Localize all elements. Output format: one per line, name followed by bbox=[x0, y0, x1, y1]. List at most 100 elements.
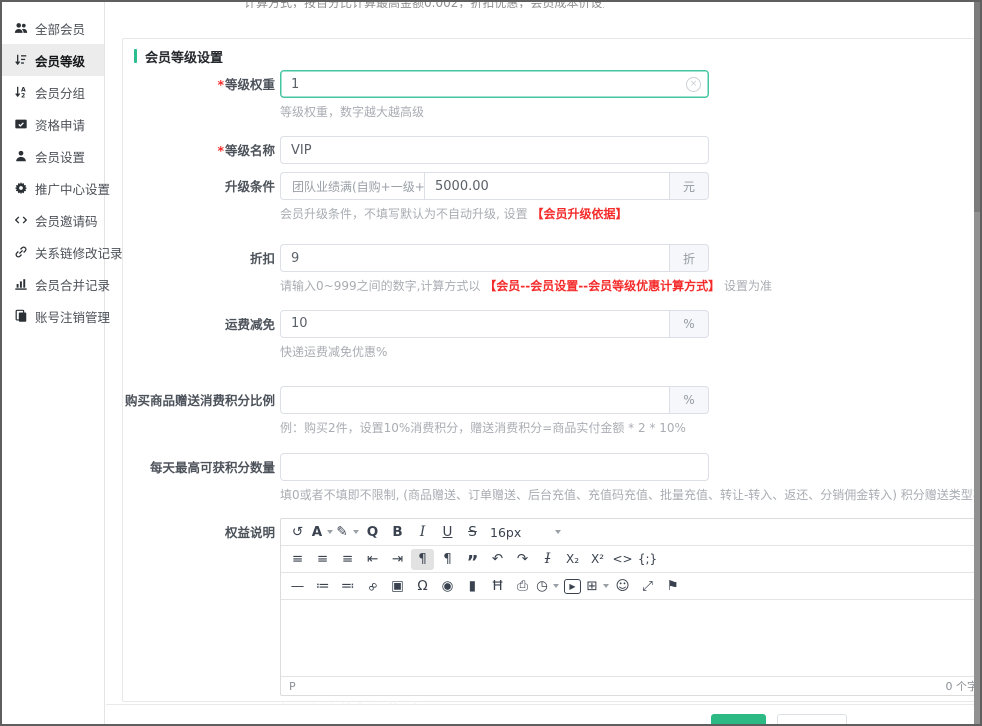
upgrade-condition-select[interactable]: 团队业绩满(自购+一级+二级) bbox=[280, 172, 425, 200]
sidebar-item-invite-code[interactable]: 会员邀请码 bbox=[2, 204, 104, 236]
paragraph-ltr-icon[interactable]: ¶ bbox=[411, 549, 434, 570]
format-painter-icon[interactable]: ⚑ bbox=[661, 576, 684, 597]
history-icon[interactable]: ↺ bbox=[286, 522, 309, 543]
discount-label: 折扣 bbox=[123, 244, 275, 267]
sidebar-item-label: 会员分组 bbox=[35, 83, 85, 102]
inline-code-icon[interactable]: <> bbox=[611, 549, 634, 570]
sort-alpha-icon: A2 bbox=[14, 85, 28, 99]
sidebar-item-account-cancellation[interactable]: 账号注销管理 bbox=[2, 300, 104, 332]
level-name-input[interactable] bbox=[280, 136, 709, 164]
sidebar-item-label: 资格申请 bbox=[35, 115, 85, 134]
level-name-row: *等级名称 bbox=[123, 136, 982, 164]
discount-row: 折扣 折 请输入0~999之间的数字,计算方式以 【会员--会员设置--会员等级… bbox=[123, 244, 982, 294]
align-left-icon[interactable]: ≡ bbox=[286, 549, 309, 570]
indent-icon[interactable]: ⇥ bbox=[386, 549, 409, 570]
submit-button[interactable]: 提交 bbox=[711, 714, 766, 726]
underline-icon[interactable]: U bbox=[436, 522, 459, 543]
points-ratio-helper: 例：购买2件，设置10%消费积分，赠送消费积分=商品实付金额 * 2 * 10% bbox=[280, 420, 982, 436]
sidebar-item-promotion-settings[interactable]: 推广中心设置 bbox=[2, 172, 104, 204]
discount-input[interactable] bbox=[280, 244, 670, 272]
blockquote-icon[interactable]: ” bbox=[461, 546, 484, 573]
code-block-icon[interactable]: {;} bbox=[636, 549, 659, 570]
table-icon[interactable]: ⊞ bbox=[586, 576, 609, 597]
upgrade-amount-input[interactable] bbox=[425, 172, 670, 200]
freight-reduction-input[interactable] bbox=[280, 310, 670, 338]
editor-content-area[interactable] bbox=[281, 600, 982, 676]
unit-yuan-suffix: 元 bbox=[670, 172, 709, 200]
discount-calc-link[interactable]: 【会员--会员设置--会员等级优惠计算方式】 bbox=[484, 279, 720, 293]
align-right-icon[interactable]: ≡ bbox=[336, 549, 359, 570]
media-icon[interactable]: ◉ bbox=[436, 576, 459, 597]
chevron-down-icon bbox=[553, 584, 559, 588]
sidebar-item-merge-records[interactable]: 会员合并记录 bbox=[2, 268, 104, 300]
back-to-list-button[interactable]: 返回列表 bbox=[777, 714, 847, 726]
strikethrough-icon[interactable]: S bbox=[461, 522, 484, 543]
level-weight-input[interactable] bbox=[280, 70, 709, 98]
daily-points-helper: 填0或者不填即不限制, (商品赠送、订单赠送、后台充值、充值码充值、批量充值、转… bbox=[280, 487, 982, 503]
scrollbar[interactable] bbox=[974, 2, 980, 724]
sidebar-item-label: 推广中心设置 bbox=[35, 179, 110, 198]
link-icon[interactable]: ∞ bbox=[357, 573, 388, 600]
code-icon bbox=[14, 213, 28, 227]
points-ratio-row: 购买商品赠送消费积分比例 % 例：购买2件，设置10%消费积分，赠送消费积分=商… bbox=[123, 386, 982, 436]
upgrade-condition-label: 升级条件 bbox=[123, 172, 275, 195]
level-name-label: *等级名称 bbox=[123, 136, 275, 159]
font-color-icon[interactable]: A bbox=[311, 522, 334, 543]
outdent-icon[interactable]: ⇤ bbox=[361, 549, 384, 570]
daily-points-input[interactable] bbox=[280, 453, 709, 481]
sidebar-item-qualification[interactable]: 资格申请 bbox=[2, 108, 104, 140]
bookmark-icon[interactable]: ▮ bbox=[461, 576, 484, 597]
daily-points-label: 每天最高可获积分数量 bbox=[123, 453, 275, 476]
sidebar-item-member-groups[interactable]: A2 会员分组 bbox=[2, 76, 104, 108]
sidebar-item-label: 会员设置 bbox=[35, 147, 85, 166]
members-group-icon bbox=[14, 21, 28, 35]
sidebar-item-relation-records[interactable]: 关系链修改记录 bbox=[2, 236, 104, 268]
editor-toolbar-row-1: ↺A✎QBIUS16px bbox=[281, 519, 982, 546]
italic-icon[interactable]: I bbox=[411, 522, 434, 543]
unit-percent-suffix: % bbox=[670, 310, 709, 338]
fullscreen-icon[interactable]: ⤢ bbox=[636, 576, 659, 597]
bar-chart-icon bbox=[14, 277, 28, 291]
points-ratio-input[interactable] bbox=[280, 386, 670, 414]
sidebar-item-member-settings[interactable]: 会员设置 bbox=[2, 140, 104, 172]
sidebar-item-label: 关系链修改记录 bbox=[35, 243, 123, 262]
upgrade-basis-link[interactable]: 【会员升级依据】 bbox=[531, 207, 627, 221]
special-character-icon[interactable]: Ω bbox=[411, 576, 434, 597]
highlight-pen-icon[interactable]: ✎ bbox=[336, 522, 359, 543]
numbered-list-icon[interactable]: ≕ bbox=[336, 576, 359, 597]
unit-percent-suffix: % bbox=[670, 386, 709, 414]
upgrade-condition-row: 升级条件 团队业绩满(自购+一级+二级) 元 会员升级条件，不填写默认为不自动升… bbox=[123, 172, 982, 222]
page-title: 会员等级设置 bbox=[145, 47, 223, 66]
emoji-icon[interactable]: ☺ bbox=[611, 576, 634, 597]
copy-file-icon bbox=[14, 309, 28, 323]
svg-text:2: 2 bbox=[21, 93, 25, 99]
superscript-icon[interactable]: X² bbox=[586, 549, 609, 570]
print-icon[interactable]: ⎙ bbox=[511, 576, 534, 597]
sidebar-item-all-members[interactable]: 全部会员 bbox=[2, 12, 104, 44]
image-icon[interactable]: ▣ bbox=[386, 576, 409, 597]
bulleted-list-icon[interactable]: ≔ bbox=[311, 576, 334, 597]
insert-time-icon[interactable]: ◷ bbox=[536, 576, 559, 597]
font-size-select-icon[interactable]: 16px bbox=[486, 522, 565, 543]
sidebar-item-label: 账号注销管理 bbox=[35, 307, 110, 326]
search-icon[interactable]: Q bbox=[361, 522, 384, 543]
clear-format-icon[interactable]: I bbox=[536, 549, 559, 570]
video-icon[interactable]: ▶ bbox=[564, 579, 581, 594]
horizontal-rule-icon[interactable]: — bbox=[286, 576, 309, 597]
upgrade-condition-helper: 会员升级条件，不填写默认为不自动升级, 设置 【会员升级依据】 bbox=[280, 206, 982, 222]
clear-input-icon[interactable]: × bbox=[686, 77, 701, 92]
bold-icon[interactable]: B bbox=[386, 522, 409, 543]
editor-statusbar: P 0 个字 bbox=[281, 676, 982, 695]
align-center-icon[interactable]: ≡ bbox=[311, 549, 334, 570]
scrollbar-thumb[interactable] bbox=[974, 2, 980, 212]
chevron-down-icon bbox=[555, 530, 561, 534]
subscript-icon[interactable]: X₂ bbox=[561, 549, 584, 570]
rights-description-label: 权益说明 bbox=[123, 518, 275, 541]
undo-icon[interactable]: ↶ bbox=[486, 549, 509, 570]
paragraph-rtl-icon[interactable]: ¶ bbox=[436, 549, 459, 570]
sidebar-item-member-levels[interactable]: 会员等级 bbox=[2, 44, 104, 76]
footer-bar bbox=[106, 704, 982, 726]
page-break-icon[interactable]: Ħ bbox=[486, 576, 509, 597]
sidebar-item-label: 全部会员 bbox=[35, 19, 85, 38]
redo-icon[interactable]: ↷ bbox=[511, 549, 534, 570]
